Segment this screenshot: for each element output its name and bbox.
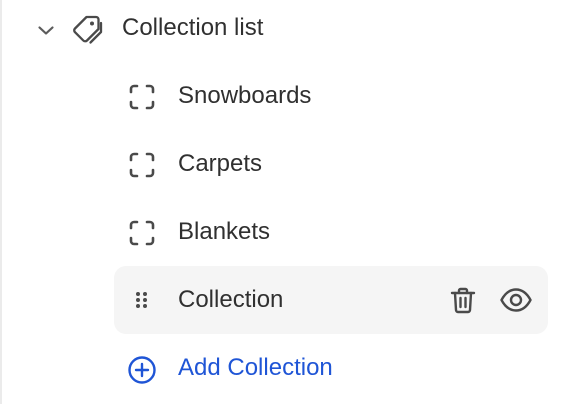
chevron-down-icon[interactable]: [35, 19, 57, 41]
collection-item-label: Carpets: [178, 150, 263, 177]
collection-item-collection[interactable]: Collection: [114, 266, 548, 334]
tag-icon: [70, 12, 104, 46]
drag-handle-icon[interactable]: [134, 290, 150, 310]
plus-circle-icon: [126, 354, 158, 386]
section-title: Collection list: [122, 14, 264, 41]
collection-item-carpets[interactable]: Carpets: [114, 136, 548, 194]
add-collection-button[interactable]: Add Collection: [114, 340, 548, 398]
collection-item-label: Blankets: [178, 218, 271, 245]
add-collection-label: Add Collection: [178, 354, 333, 381]
collection-item-blankets[interactable]: Blankets: [114, 204, 548, 262]
collection-item-snowboards[interactable]: Snowboards: [114, 68, 548, 126]
tree-divider: [0, 0, 2, 404]
collection-list-header[interactable]: Collection list: [0, 0, 568, 58]
trash-icon[interactable]: [448, 285, 478, 315]
dashed-square-icon: [128, 83, 156, 111]
dashed-square-icon: [128, 151, 156, 179]
dashed-square-icon: [128, 219, 156, 247]
eye-icon[interactable]: [499, 285, 533, 315]
collection-item-label: Snowboards: [178, 82, 312, 109]
collection-item-label: Collection: [178, 286, 284, 313]
